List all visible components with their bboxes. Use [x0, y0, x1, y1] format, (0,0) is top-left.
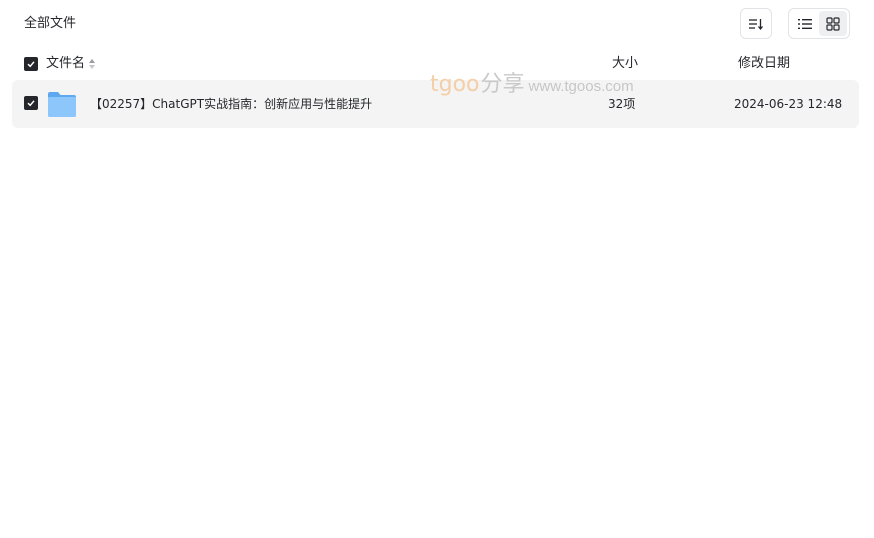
breadcrumb-root[interactable]: 全部文件 [24, 14, 76, 34]
list-view-button[interactable] [791, 11, 819, 36]
file-modified-date: 2024-06-23 12:48 [734, 97, 843, 111]
file-size: 32项 [608, 97, 636, 111]
view-mode-switch [788, 8, 850, 39]
grid-view-button[interactable] [819, 11, 847, 36]
sort-toggle-icon[interactable] [88, 58, 96, 70]
table-header: 文件名 大小 修改日期 [0, 52, 874, 76]
row-checkbox[interactable] [24, 96, 38, 110]
select-all-checkbox[interactable] [24, 57, 38, 71]
sort-descending-icon [749, 18, 764, 30]
table-row[interactable]: 【02257】ChatGPT实战指南：创新应用与性能提升 32项 2024-06… [12, 80, 859, 128]
file-name[interactable]: 【02257】ChatGPT实战指南：创新应用与性能提升 [90, 94, 372, 114]
checkmark-icon [27, 100, 35, 107]
column-header-name[interactable]: 文件名 [46, 52, 85, 76]
grid-view-icon [826, 16, 840, 31]
folder-icon [48, 92, 76, 117]
column-header-modified: 修改日期 [738, 56, 791, 71]
sort-button[interactable] [740, 8, 772, 39]
checkmark-icon [27, 61, 35, 68]
list-view-icon [798, 18, 812, 29]
column-header-size: 大小 [612, 56, 639, 71]
